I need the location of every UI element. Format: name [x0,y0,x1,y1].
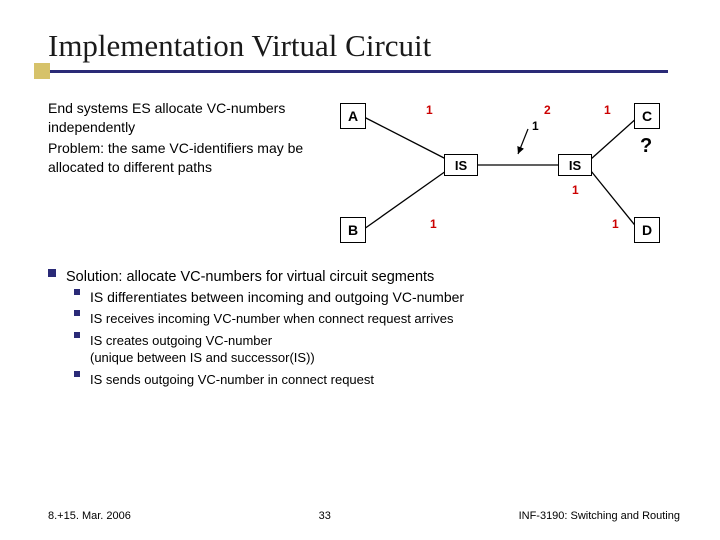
label-c-in: 1 [604,103,611,117]
bullet-list: Solution: allocate VC-numbers for virtua… [48,269,680,388]
bullet-l3b-text: IS creates outgoing VC-number (unique be… [90,332,680,367]
bullet-l1: Solution: allocate VC-numbers for virtua… [48,269,680,285]
slide: Implementation Virtual Circuit End syste… [0,0,720,540]
bullet-l3c-text: IS sends outgoing VC-number in connect r… [90,371,680,389]
footer-date: 8.+15. Mar. 2006 [48,510,131,522]
node-d: D [634,217,660,243]
diagram-wires [326,99,656,249]
intro-line2: Problem: the same VC-identifiers may be … [48,139,308,177]
label-b-out: 1 [430,217,437,231]
bullet-l3a: IS receives incoming VC-number when conn… [74,310,680,328]
question-mark: ? [640,135,652,158]
intro-line1: End systems ES allocate VC-numbers indep… [48,99,308,137]
title-underline [48,70,668,73]
bullet-icon [74,310,80,316]
label-is2-down: 1 [572,183,579,197]
bullet-l1-text: Solution: allocate VC-numbers for virtua… [66,269,680,285]
bullet-icon [74,289,80,295]
vc-diagram: A B C D IS IS 1 2 1 1 1 1 1 ? [326,99,656,249]
title-accent-box [34,63,50,79]
bullet-l3a-text: IS receives incoming VC-number when conn… [90,310,680,328]
node-c: C [634,103,660,129]
bullet-icon [48,269,56,277]
node-a: A [340,103,366,129]
node-is1: IS [444,154,478,176]
bullet-icon [74,332,80,338]
label-mid-top: 2 [544,103,551,117]
label-d-in: 1 [612,217,619,231]
intro-text: End systems ES allocate VC-numbers indep… [48,99,308,249]
bullet-l3c: IS sends outgoing VC-number in connect r… [74,371,680,389]
node-is2: IS [558,154,592,176]
bullet-icon [74,371,80,377]
footer-course: INF-3190: Switching and Routing [519,510,680,522]
footer-page: 33 [319,510,331,522]
node-b: B [340,217,366,243]
slide-title: Implementation Virtual Circuit [48,28,680,64]
label-a-out: 1 [426,103,433,117]
bullet-l3b: IS creates outgoing VC-number (unique be… [74,332,680,367]
label-mid-arrow: 1 [532,119,539,133]
bullet-l2-text: IS differentiates between incoming and o… [90,289,680,305]
intro-row: End systems ES allocate VC-numbers indep… [48,99,680,249]
footer: 8.+15. Mar. 2006 33 INF-3190: Switching … [48,510,680,522]
bullet-l2: IS differentiates between incoming and o… [74,289,680,305]
